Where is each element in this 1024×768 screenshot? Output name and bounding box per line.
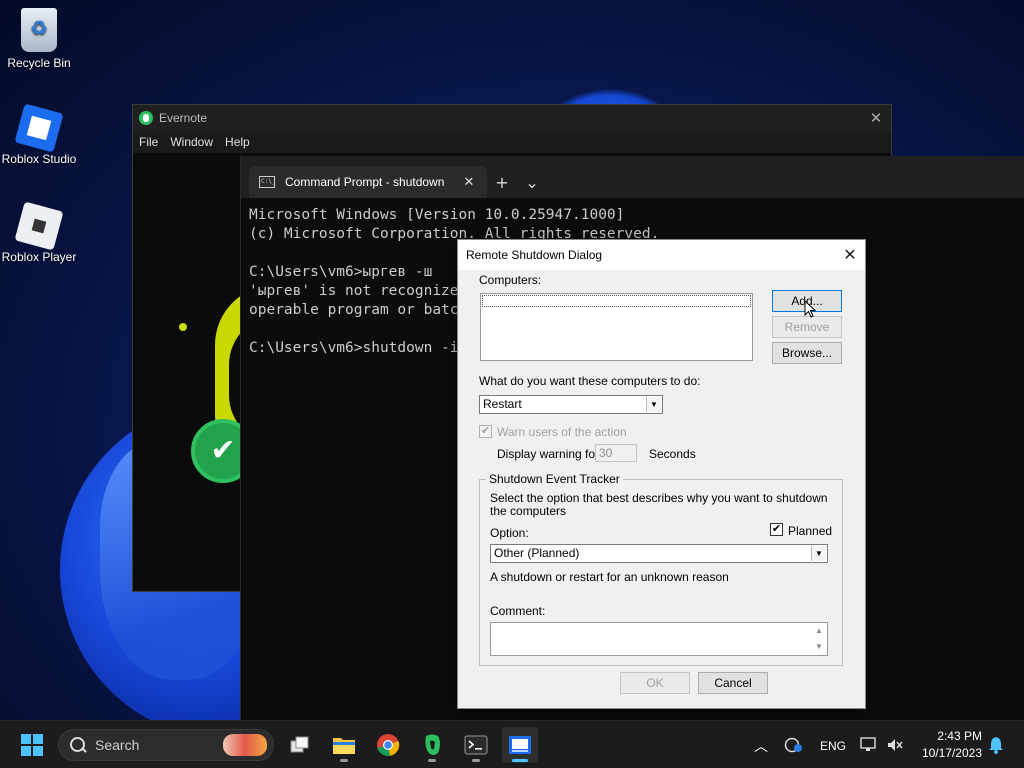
remote-shutdown-icon xyxy=(509,736,531,754)
close-icon[interactable]: ✕ xyxy=(461,174,477,190)
scroll-down-icon[interactable]: ▼ xyxy=(813,641,825,653)
windows-logo-icon xyxy=(21,734,43,756)
warn-users-checkbox[interactable]: ✔ xyxy=(479,425,492,438)
running-indicator xyxy=(512,759,528,762)
terminal-line: Microsoft Windows [Version 10.0.25947.10… xyxy=(249,207,625,223)
comment-label: Comment: xyxy=(490,604,546,618)
clock-date[interactable]: 10/17/2023 xyxy=(912,746,982,760)
taskbar: Search ︿ ENG 2:43 PM 10/17/2023 xyxy=(0,720,1024,768)
search-highlight-icon xyxy=(223,734,267,756)
start-button[interactable] xyxy=(14,727,50,763)
network-icon[interactable] xyxy=(860,736,878,754)
browse-button[interactable]: Browse... xyxy=(772,342,842,364)
show-hidden-icons-chevron-up-icon[interactable]: ︿ xyxy=(754,736,768,756)
search-label: Search xyxy=(95,737,140,753)
task-view-icon xyxy=(290,736,309,753)
evernote-logo-icon xyxy=(139,111,153,125)
option-select-value: Other (Planned) xyxy=(494,546,580,560)
cancel-button[interactable]: Cancel xyxy=(698,672,768,694)
chevron-down-icon: ▼ xyxy=(811,546,826,561)
shutdown-event-tracker-group: Shutdown Event Tracker Select the option… xyxy=(479,472,843,666)
menu-file[interactable]: File xyxy=(133,135,164,149)
evernote-titlebar[interactable]: Evernote ✕ xyxy=(133,105,891,131)
computers-label: Computers: xyxy=(479,273,542,287)
clock-time[interactable]: 2:43 PM xyxy=(922,729,982,743)
seconds-label: Seconds xyxy=(649,447,696,461)
terminal-tab-title: Command Prompt - shutdown xyxy=(285,175,445,189)
action-label: What do you want these computers to do: xyxy=(479,374,701,388)
terminal-icon xyxy=(464,735,488,755)
search-icon xyxy=(69,736,87,754)
terminal-tab[interactable]: C:\_ Command Prompt - shutdown ✕ xyxy=(249,166,487,198)
remote-shutdown-taskbar-button[interactable] xyxy=(502,727,538,763)
menu-help[interactable]: Help xyxy=(219,135,256,149)
comment-textarea[interactable]: ▲ ▼ xyxy=(490,622,828,656)
action-select[interactable]: Restart ▼ xyxy=(479,395,663,414)
desktop-icon-label: Roblox Studio xyxy=(1,152,77,166)
action-select-value: Restart xyxy=(483,397,522,411)
display-warning-label: Display warning for xyxy=(497,447,600,461)
desktop-icon-recycle-bin[interactable]: Recycle Bin xyxy=(0,8,78,70)
terminal-tabbar: C:\_ Command Prompt - shutdown ✕ + ⌄ xyxy=(241,156,1024,198)
dialog-title: Remote Shutdown Dialog xyxy=(466,248,603,262)
desktop-icon-roblox-player[interactable]: Roblox Player xyxy=(0,201,78,264)
running-indicator xyxy=(340,759,348,762)
running-indicator xyxy=(472,759,480,762)
roblox-studio-icon xyxy=(14,103,64,153)
computers-listbox[interactable] xyxy=(480,293,753,361)
option-description: A shutdown or restart for an unknown rea… xyxy=(490,570,729,584)
folder-icon xyxy=(333,738,355,754)
taskbar-search[interactable]: Search xyxy=(58,729,274,761)
menu-window[interactable]: Window xyxy=(164,135,219,149)
tracker-description: Select the option that best describes wh… xyxy=(490,491,828,518)
option-label: Option: xyxy=(490,526,529,540)
new-tab-icon[interactable]: + xyxy=(487,166,517,198)
close-icon[interactable]: ✕ xyxy=(861,109,891,127)
command-prompt-icon: C:\_ xyxy=(259,176,275,188)
language-indicator[interactable]: ENG xyxy=(820,739,846,753)
planned-checkbox[interactable]: ✔ xyxy=(770,523,783,536)
focus-rectangle xyxy=(482,295,751,307)
ok-button[interactable]: OK xyxy=(620,672,690,694)
planned-label: Planned xyxy=(788,524,833,538)
tracker-group-label: Shutdown Event Tracker xyxy=(486,472,623,486)
defender-icon[interactable] xyxy=(784,737,804,753)
evernote-menubar: File Window Help xyxy=(133,131,891,153)
dialog-titlebar[interactable]: Remote Shutdown Dialog ✕ xyxy=(458,240,865,270)
close-icon[interactable]: ✕ xyxy=(835,245,865,265)
chrome-icon xyxy=(377,734,400,756)
running-indicator xyxy=(428,759,436,762)
file-explorer-button[interactable] xyxy=(326,727,362,763)
chevron-down-icon: ▼ xyxy=(646,397,661,412)
recycle-bin-icon xyxy=(21,8,57,52)
volume-muted-icon[interactable] xyxy=(886,736,904,754)
decorative-dot xyxy=(179,323,187,331)
window-title: Evernote xyxy=(159,111,208,125)
desktop-icon-roblox-studio[interactable]: Roblox Studio xyxy=(0,103,78,166)
chevron-down-icon[interactable]: ⌄ xyxy=(517,166,547,198)
remove-button[interactable]: Remove xyxy=(772,316,842,338)
warn-users-label: Warn users of the action xyxy=(497,425,627,439)
task-view-button[interactable] xyxy=(282,727,318,763)
evernote-icon xyxy=(425,734,440,755)
chrome-button[interactable] xyxy=(370,727,406,763)
evernote-taskbar-button[interactable] xyxy=(414,727,450,763)
mouse-cursor-icon xyxy=(804,300,816,318)
option-select[interactable]: Other (Planned) ▼ xyxy=(490,544,828,563)
warning-seconds-field[interactable]: 30 xyxy=(595,444,637,462)
scroll-up-icon[interactable]: ▲ xyxy=(813,625,825,637)
desktop-icon-label: Roblox Player xyxy=(1,250,77,264)
desktop-icon-label: Recycle Bin xyxy=(7,56,71,70)
terminal-taskbar-button[interactable] xyxy=(458,727,494,763)
roblox-player-icon xyxy=(14,201,64,251)
notification-bell-icon[interactable] xyxy=(988,736,1004,754)
